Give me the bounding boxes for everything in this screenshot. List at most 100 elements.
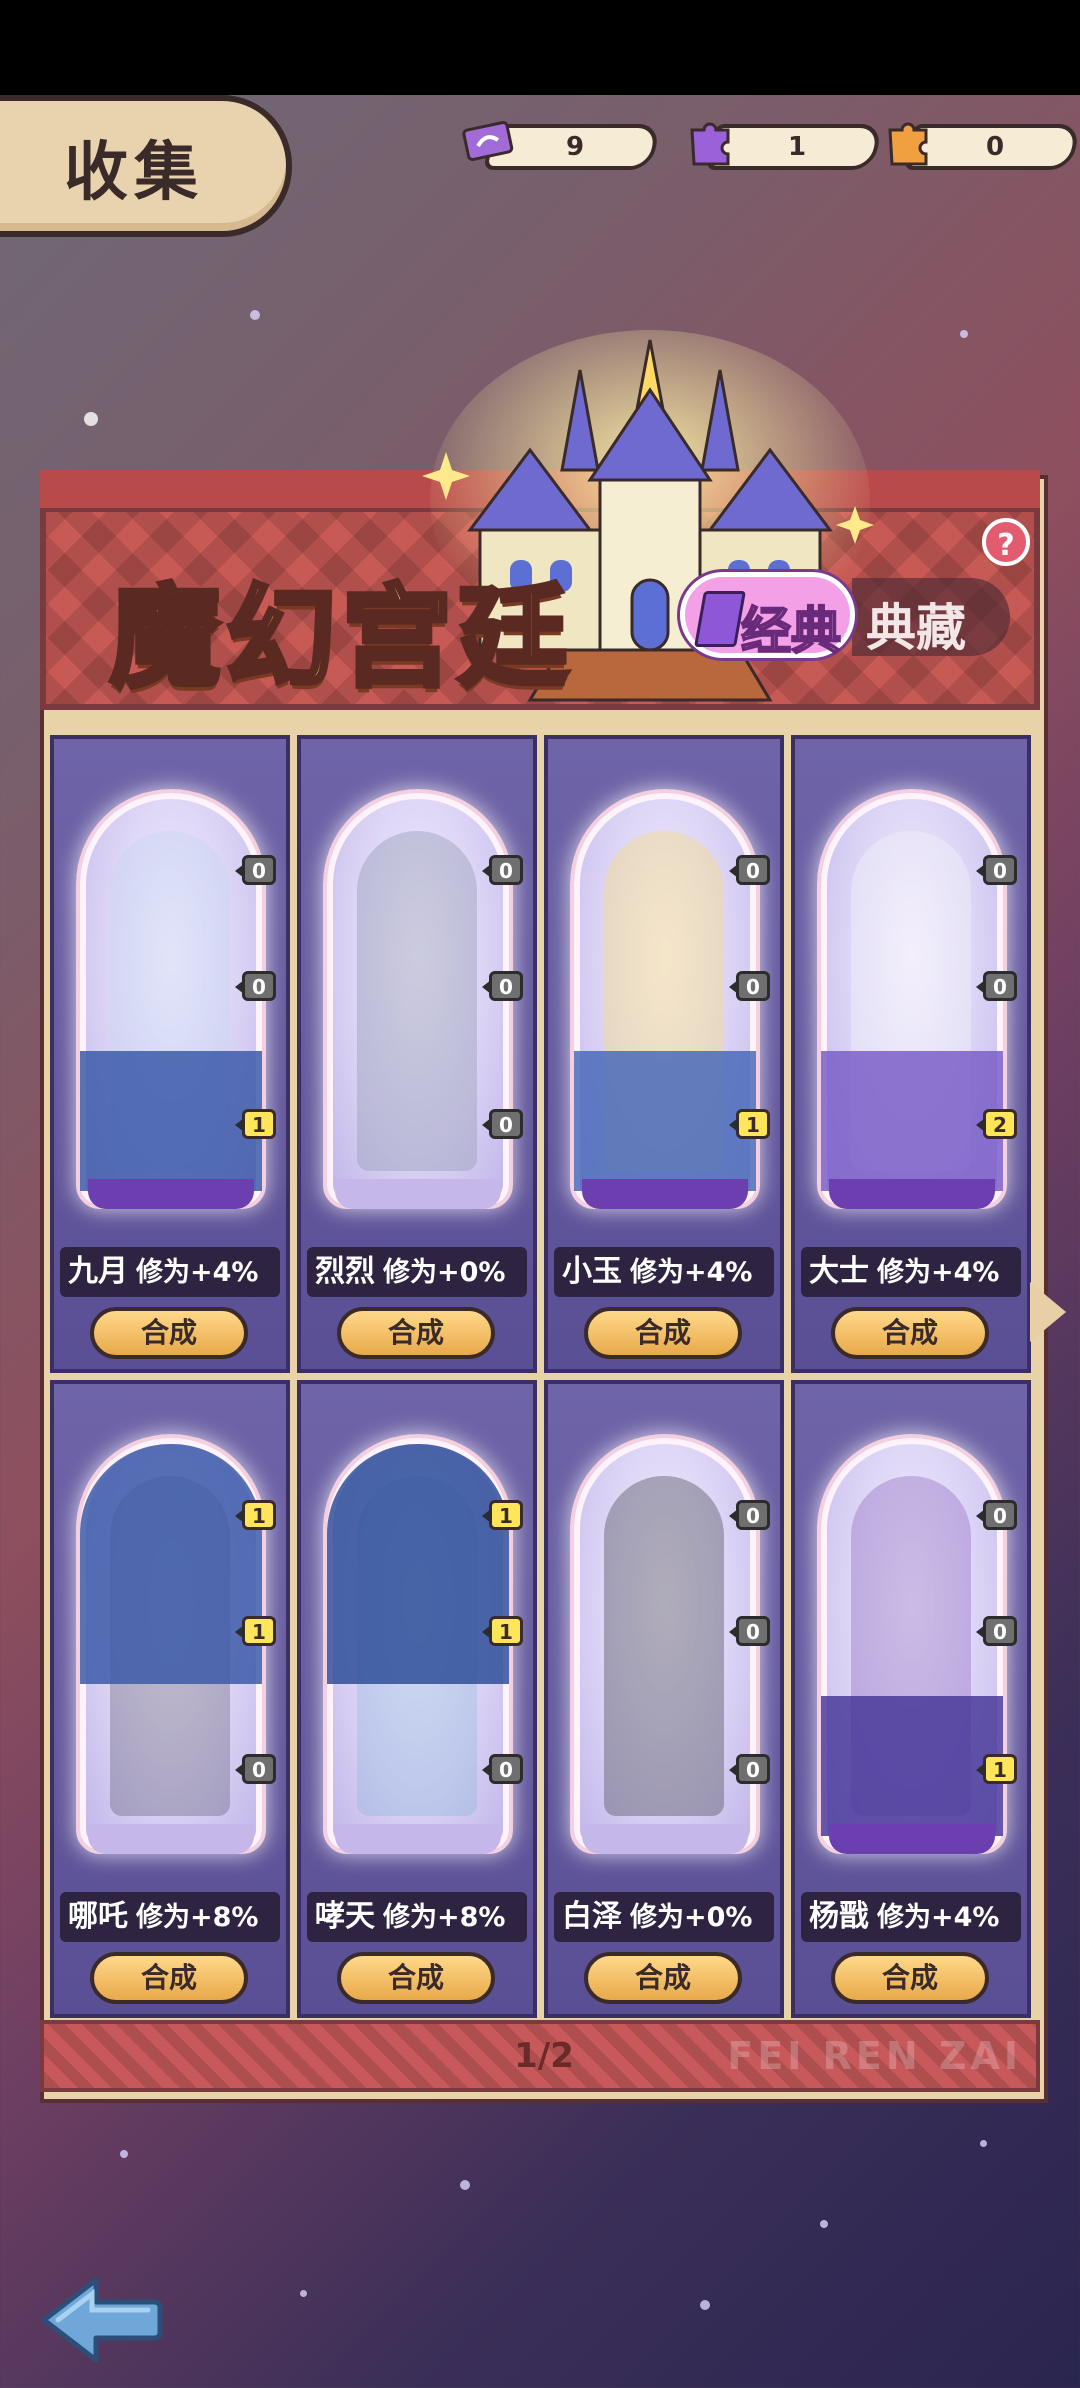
piece-count-badge: 1: [235, 1109, 276, 1139]
card-name-bar: 九月 修为+4%: [60, 1247, 280, 1297]
badge-tip: [729, 864, 738, 878]
badge-tip: [482, 864, 491, 878]
badge-tip: [976, 864, 985, 878]
piece-count-badge: 0: [482, 1754, 523, 1784]
orange-puzzle-count: 0: [985, 132, 1005, 162]
synthesize-button[interactable]: 合成: [831, 1952, 989, 2004]
character-name: 小玉: [562, 1254, 622, 1289]
card-name-bar: 哮天 修为+8%: [307, 1892, 527, 1942]
orange-puzzle-counter: 0: [880, 120, 1080, 170]
help-button[interactable]: ?: [982, 518, 1030, 566]
tab-treasure[interactable]: 典藏: [852, 578, 1010, 657]
character-card: 1 1 0 哪吒 修为+8% 合成: [50, 1380, 290, 2018]
card-name-bar: 白泽 修为+0%: [554, 1892, 774, 1942]
card-name-bar: 大士 修为+4%: [801, 1247, 1021, 1297]
synthesize-button[interactable]: 合成: [337, 1952, 495, 2004]
cultivation-bonus: 修为+4%: [877, 1257, 1000, 1288]
badge-tip: [976, 1763, 985, 1777]
badge-tip: [235, 1118, 244, 1132]
badge-tip: [729, 1625, 738, 1639]
card-name-bar: 烈烈 修为+0%: [307, 1247, 527, 1297]
character-card: 0 0 1 小玉 修为+4% 合成: [544, 735, 784, 1373]
book-icon: [694, 591, 746, 647]
badge-tip: [976, 1625, 985, 1639]
ticket-count: 9: [565, 132, 585, 162]
character-name: 大士: [809, 1254, 869, 1289]
piece-count-badge: 0: [729, 1616, 770, 1646]
synthesize-button[interactable]: 合成: [584, 1952, 742, 2004]
piece-count-badge: 1: [235, 1616, 276, 1646]
tab-classic[interactable]: 经典: [680, 572, 855, 661]
piece-count-badge: 1: [482, 1616, 523, 1646]
badge-tip: [235, 1625, 244, 1639]
badge-tip: [235, 1509, 244, 1523]
piece-count-badge: 0: [976, 855, 1017, 885]
card-ornament: [582, 1179, 748, 1209]
synthesize-button[interactable]: 合成: [90, 1952, 248, 2004]
card-name-bar: 杨戬 修为+4%: [801, 1892, 1021, 1942]
character-card: 0 0 0 白泽 修为+0% 合成: [544, 1380, 784, 2018]
piece-count-badge: 0: [482, 971, 523, 1001]
piece-count-badge: 0: [235, 1754, 276, 1784]
character-card: 0 0 1 九月 修为+4% 合成: [50, 735, 290, 1373]
character-name: 哮天: [315, 1899, 375, 1934]
brand-watermark: FEI REN ZAI: [727, 2034, 1022, 2078]
tab-classic-label: 经典: [740, 601, 842, 661]
synthesize-button[interactable]: 合成: [831, 1307, 989, 1359]
character-name: 白泽: [562, 1899, 622, 1934]
card-ornament: [88, 1824, 254, 1854]
badge-tip: [482, 1118, 491, 1132]
purple-puzzle-counter: 1: [682, 120, 883, 170]
piece-count-badge: 0: [729, 1500, 770, 1530]
character-name: 杨戬: [809, 1899, 869, 1934]
cultivation-bonus: 修为+8%: [136, 1902, 259, 1933]
cultivation-bonus: 修为+8%: [383, 1902, 506, 1933]
orange-puzzle-icon: [888, 122, 928, 166]
badge-tip: [482, 1625, 491, 1639]
synthesize-button[interactable]: 合成: [337, 1307, 495, 1359]
piece-count-badge: 0: [729, 1754, 770, 1784]
synthesize-button[interactable]: 合成: [584, 1307, 742, 1359]
card-ornament: [829, 1824, 995, 1854]
album-title: 魔幻宫廷: [108, 572, 574, 705]
badge-tip: [976, 980, 985, 994]
next-page-arrow-icon[interactable]: [1030, 1282, 1066, 1342]
character-card: 0 0 0 烈烈 修为+0% 合成: [297, 735, 537, 1373]
piece-count-badge: 0: [976, 971, 1017, 1001]
status-bar: [0, 0, 1080, 95]
card-name-bar: 哪吒 修为+8%: [60, 1892, 280, 1942]
piece-count-badge: 1: [976, 1754, 1017, 1784]
badge-tip: [235, 980, 244, 994]
character-card: 0 0 2 大士 修为+4% 合成: [791, 735, 1031, 1373]
badge-tip: [976, 1118, 985, 1132]
badge-tip: [482, 1509, 491, 1523]
ticket-counter: 9: [460, 120, 661, 170]
badge-tip: [482, 980, 491, 994]
piece-count-badge: 0: [235, 971, 276, 1001]
badge-tip: [729, 1509, 738, 1523]
synthesize-button[interactable]: 合成: [90, 1307, 248, 1359]
piece-count-badge: 0: [235, 855, 276, 885]
card-ornament: [829, 1179, 995, 1209]
piece-count-badge: 0: [976, 1616, 1017, 1646]
cultivation-bonus: 修为+4%: [136, 1257, 259, 1288]
purple-puzzle-count: 1: [787, 132, 807, 162]
badge-tip: [482, 1763, 491, 1777]
album-tabs: 典藏 经典: [680, 572, 1010, 662]
cultivation-bonus: 修为+4%: [630, 1257, 753, 1288]
piece-count-badge: 2: [976, 1109, 1017, 1139]
piece-count-badge: 0: [729, 855, 770, 885]
badge-tip: [729, 1118, 738, 1132]
pagination-footer: 1/2 FEI REN ZAI: [40, 2020, 1040, 2092]
badge-tip: [729, 1763, 738, 1777]
cultivation-bonus: 修为+0%: [630, 1902, 753, 1933]
collected-piece-top: [327, 1444, 509, 1684]
card-ornament: [88, 1179, 254, 1209]
badge-tip: [235, 1763, 244, 1777]
cultivation-bonus: 修为+4%: [877, 1902, 1000, 1933]
card-ornament: [335, 1179, 501, 1209]
piece-count-badge: 0: [482, 1109, 523, 1139]
card-ornament: [582, 1824, 748, 1854]
back-arrow-icon[interactable]: [36, 2270, 166, 2370]
piece-count-badge: 0: [976, 1500, 1017, 1530]
